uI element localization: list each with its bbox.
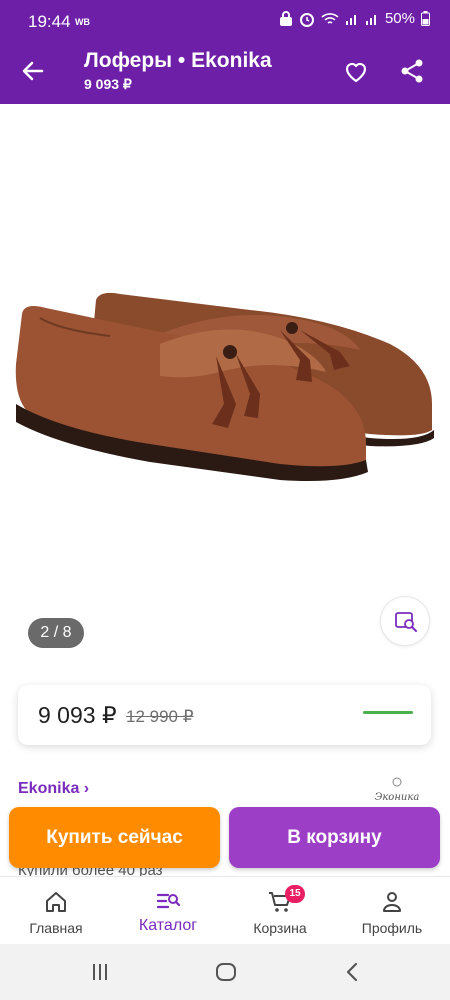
favorite-button[interactable] (341, 56, 371, 86)
back-button[interactable] (18, 56, 48, 86)
page-title: Лоферы • Ekonika (84, 49, 272, 72)
brand-logo[interactable]: Эконика (362, 776, 432, 804)
cart-count-badge: 15 (285, 885, 305, 903)
nav-label-home: Главная (29, 920, 83, 936)
image-search-icon (395, 612, 417, 632)
lock-icon (279, 10, 292, 26)
brand-link[interactable]: Ekonika › (18, 780, 89, 798)
catalog-search-icon (156, 893, 180, 909)
page-subtitle-price: 9 093 ₽ (84, 76, 132, 92)
title-block: Лоферы • Ekonika 9 093 ₽ (84, 48, 272, 94)
signal-icon (345, 14, 356, 25)
battery-percent: 50% (384, 10, 415, 27)
product-image[interactable] (0, 104, 450, 664)
price-indicator (363, 711, 413, 714)
system-navigation-bar (0, 944, 450, 1000)
nav-item-home[interactable]: Главная (0, 877, 112, 945)
home-button-icon[interactable] (212, 958, 240, 986)
price-card: 9 093 ₽ 12 990 ₽ (18, 685, 431, 745)
recent-apps-icon[interactable] (86, 958, 114, 986)
image-counter: 2 / 8 (28, 618, 84, 648)
signal-2-icon (365, 14, 376, 25)
status-time: 19:44 (28, 12, 71, 31)
bottom-navigation: Главная Каталог 15 Корзина Профиль (0, 876, 450, 944)
nav-item-catalog[interactable]: Каталог (112, 877, 224, 945)
nav-label-profile: Профиль (361, 920, 423, 936)
wifi-icon (321, 12, 339, 24)
nav-item-profile[interactable]: Профиль (336, 877, 448, 945)
nav-label-catalog: Каталог (138, 917, 198, 934)
status-icons: 50% (279, 10, 430, 27)
nav-label-cart: Корзина (253, 920, 307, 936)
heart-icon (345, 62, 367, 83)
app-bar: Лоферы • Ekonika 9 093 ₽ (0, 38, 450, 104)
buy-now-button[interactable]: Купить сейчас (9, 807, 220, 868)
add-to-cart-button[interactable]: В корзину (229, 807, 440, 868)
nav-item-cart[interactable]: 15 Корзина (224, 877, 336, 945)
battery-icon (421, 11, 430, 26)
old-price: 12 990 ₽ (126, 707, 194, 726)
home-icon (46, 892, 66, 912)
share-button[interactable] (397, 56, 427, 86)
back-nav-icon[interactable] (338, 958, 366, 986)
svg-text:Эконика: Эконика (375, 792, 420, 803)
alarm-icon (299, 12, 314, 27)
loafer-shoes-image (15, 292, 434, 481)
status-bar: 19:44 WB 50% (0, 0, 450, 38)
profile-icon (383, 892, 401, 912)
status-carrier-label: WB (75, 17, 90, 27)
visual-search-button[interactable] (380, 596, 430, 646)
current-price: 9 093 ₽ (38, 702, 117, 728)
share-icon (401, 59, 423, 83)
arrow-left-icon (22, 61, 44, 81)
